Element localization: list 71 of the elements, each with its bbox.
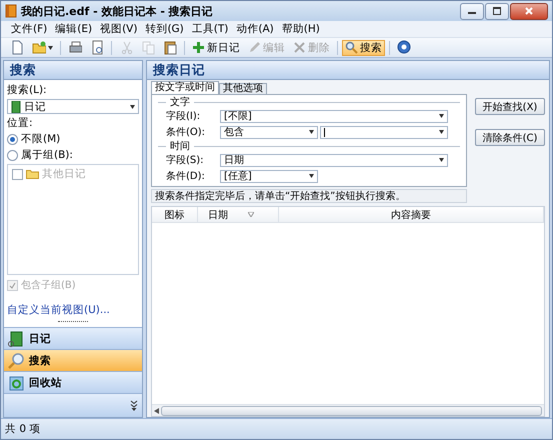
chevron-down-icon[interactable]: [130, 400, 138, 412]
menu-item[interactable]: 帮助(H): [282, 22, 320, 36]
caret-icon: [439, 130, 444, 134]
section-heading: 时间: [170, 140, 190, 153]
radio-option[interactable]: 不限(M): [7, 132, 139, 146]
maximize-icon: [493, 7, 501, 15]
navigation-button[interactable]: 日记: [4, 327, 142, 349]
pencil-icon: [248, 41, 261, 54]
navigation-button[interactable]: 搜索: [4, 349, 142, 371]
action-button[interactable]: 开始查找(X): [475, 98, 545, 115]
page-preview-icon[interactable]: [90, 40, 104, 55]
column-header[interactable]: 内容摘要: [279, 207, 544, 222]
toolbar-button[interactable]: 搜索: [342, 40, 385, 56]
dropdown-field[interactable]: [不限]: [220, 110, 448, 122]
field-label: 搜索(L):: [7, 83, 48, 97]
folder-icon: [26, 169, 39, 179]
book-icon: [5, 4, 17, 18]
book-icon: [11, 100, 21, 112]
clipboard-icon[interactable]: [163, 40, 177, 55]
menu-item[interactable]: 文件(F): [11, 22, 48, 36]
caret-icon[interactable]: [48, 46, 53, 50]
panel-title: 搜索: [4, 61, 142, 80]
action-button[interactable]: 清除条件(C): [475, 129, 545, 146]
delete-icon: [293, 41, 306, 54]
column-header[interactable]: 日期: [198, 207, 279, 222]
dropdown-field[interactable]: [任意]: [220, 170, 318, 182]
column-header[interactable]: 图标: [152, 207, 198, 222]
menu-item[interactable]: 编辑(E): [55, 22, 92, 36]
toolbar-button[interactable]: 新日记: [189, 40, 243, 56]
tab[interactable]: 按文字或时间: [151, 81, 219, 94]
book-icon: [8, 330, 24, 346]
field-label: 字段(I):: [165, 110, 202, 123]
dropdown-field[interactable]: [320, 126, 448, 138]
maximize-button[interactable]: [485, 2, 509, 20]
menu-item[interactable]: 视图(V): [100, 22, 138, 36]
field-label: 条件(D):: [165, 170, 206, 183]
menu-item[interactable]: 转到(G): [145, 22, 184, 36]
printer-icon[interactable]: [68, 40, 82, 55]
tab[interactable]: 其他选项: [219, 83, 267, 94]
scrollbar-thumb[interactable]: [161, 406, 542, 416]
radio-option[interactable]: 属于组(B):: [7, 148, 139, 162]
dropdown-field[interactable]: 包含: [220, 126, 318, 138]
menu-item[interactable]: 动作(A): [236, 22, 274, 36]
field-label: 字段(S):: [165, 154, 205, 167]
plus-icon: [192, 41, 205, 54]
close-icon: [525, 7, 533, 15]
caret-icon: [130, 104, 135, 108]
menu-item[interactable]: 工具(T): [192, 22, 228, 36]
caret-icon: [309, 130, 314, 134]
search-icon: [345, 41, 358, 54]
customize-view-link[interactable]: 自定义当前视图(U)...: [7, 295, 139, 319]
caret-icon: [309, 174, 314, 178]
field-label: 位置:: [7, 116, 34, 130]
search-icon: [8, 352, 24, 368]
minimize-button[interactable]: [460, 2, 484, 20]
splitter-handle[interactable]: [58, 321, 88, 325]
document-icon[interactable]: [10, 40, 24, 55]
status-bar: 共 0 项: [1, 418, 552, 439]
dropdown-field[interactable]: 日期: [220, 154, 448, 166]
check-icon: [9, 282, 16, 288]
arrow-left-icon[interactable]: [154, 408, 159, 414]
caret-icon: [439, 158, 444, 162]
search-dropdown[interactable]: 日记: [7, 99, 139, 114]
hint-text: 搜索条件指定完毕后，请单击“开始查找”按钮执行搜索。: [151, 189, 467, 203]
caret-icon: [439, 114, 444, 118]
window-title: 我的日记.edf - 效能日记本 - 搜索日记: [21, 4, 214, 18]
close-button[interactable]: [510, 2, 548, 20]
panel-title: 搜索日记: [147, 61, 549, 80]
navigation-button[interactable]: 回收站: [4, 371, 142, 393]
section-heading: 文字: [170, 96, 190, 109]
field-label: 条件(O):: [165, 126, 206, 139]
